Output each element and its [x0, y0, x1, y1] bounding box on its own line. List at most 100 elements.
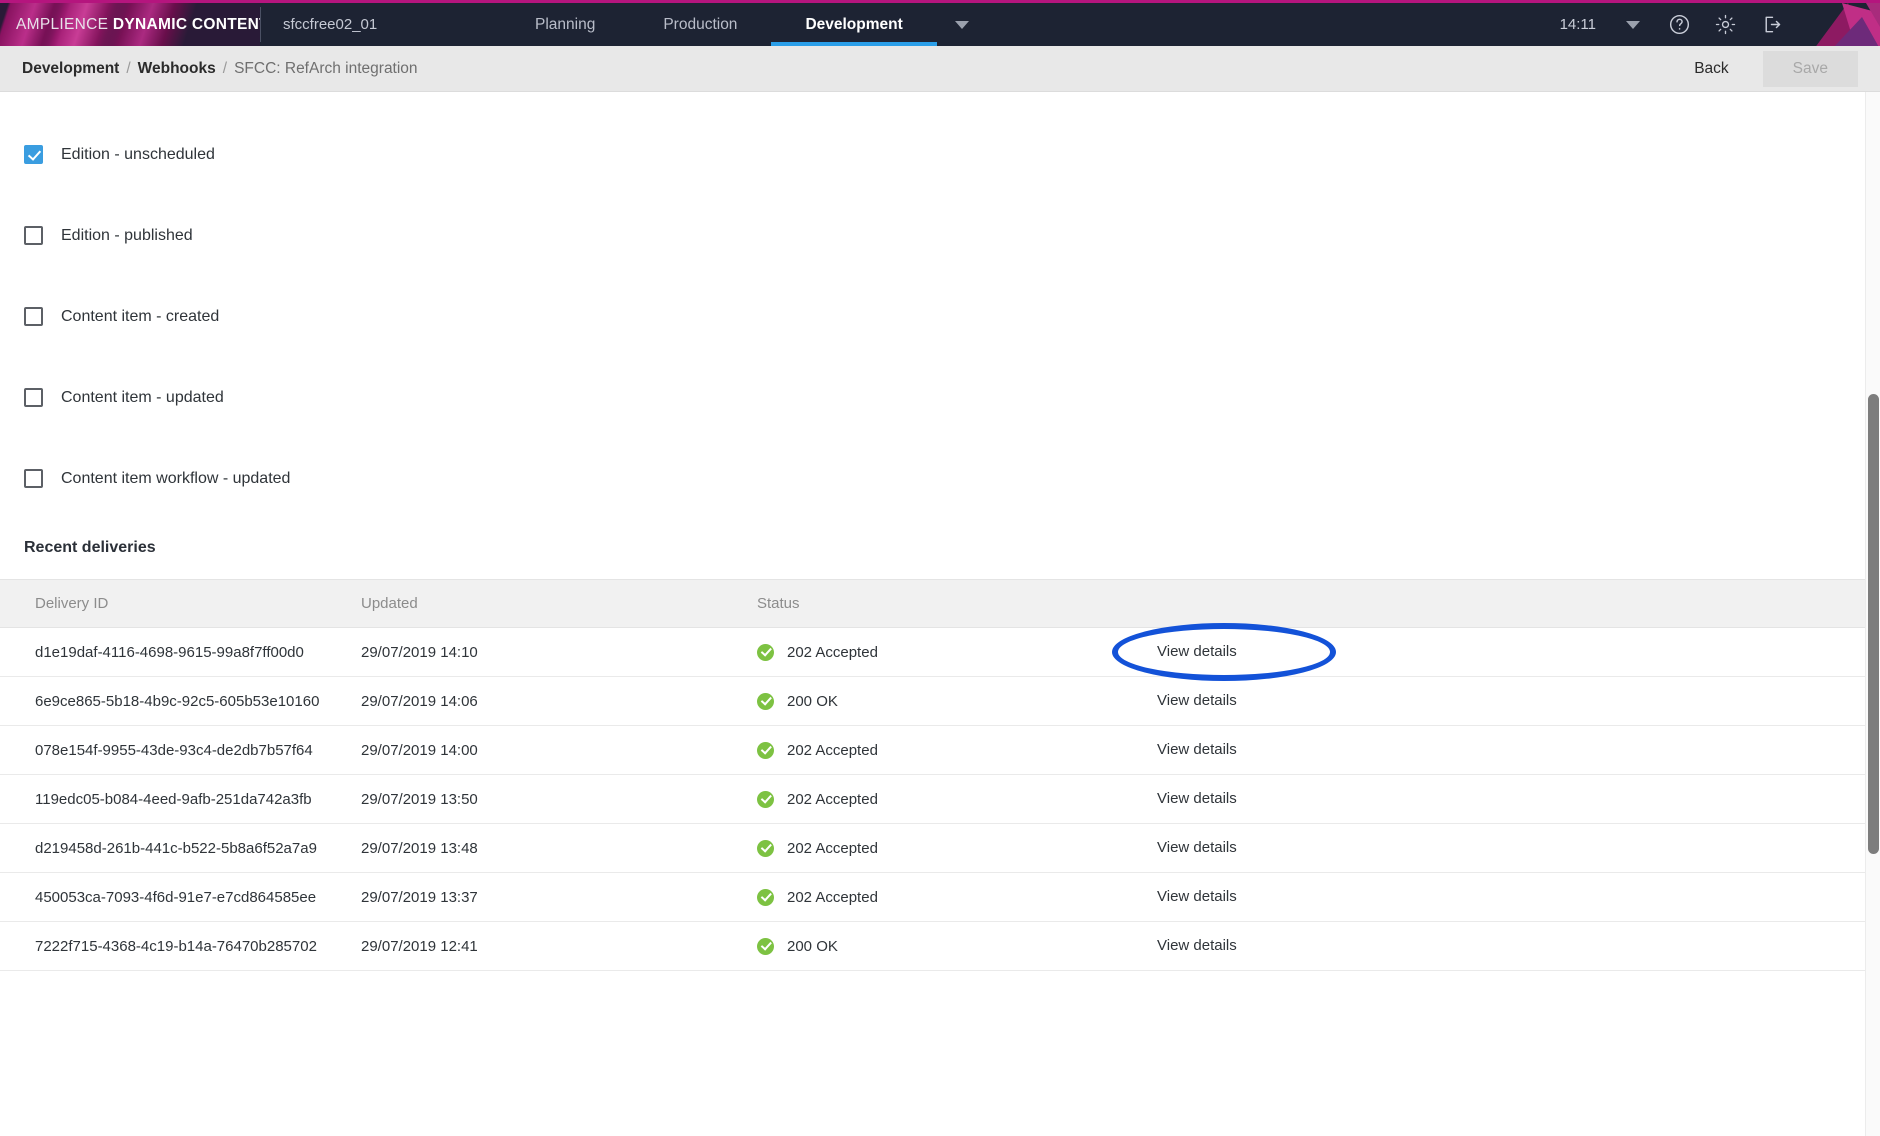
cell-updated: 29/07/2019 13:50: [361, 790, 478, 808]
table-row[interactable]: d219458d-261b-441c-b522-5b8a6f52a7a9 29/…: [0, 824, 1880, 873]
help-question-circle-icon[interactable]: [1656, 3, 1702, 46]
scrollbar-thumb[interactable]: [1868, 394, 1879, 854]
brand-title-bold: DYNAMIC CONTENT: [112, 15, 260, 33]
event-label: Content item - created: [61, 307, 220, 325]
tab-development[interactable]: Development: [771, 3, 938, 46]
breadcrumb-current: SFCC: RefArch integration: [234, 59, 418, 77]
breadcrumb-bar: Development / Webhooks / SFCC: RefArch i…: [0, 46, 1880, 92]
nav-chevron-down-icon[interactable]: [937, 3, 987, 46]
status-text: 202 Accepted: [787, 643, 878, 661]
column-header-status: Status: [757, 595, 800, 612]
webhook-settings-panel: Edition - unscheduled Edition - publishe…: [0, 92, 1880, 1136]
settings-gear-icon[interactable]: [1702, 3, 1748, 46]
vertical-scrollbar[interactable]: [1865, 92, 1880, 1136]
view-details-link[interactable]: View details: [1157, 741, 1237, 758]
cell-status: 202 Accepted: [757, 643, 1157, 661]
table-row[interactable]: 7222f715-4368-4c19-b14a-76470b285702 29/…: [0, 922, 1880, 971]
event-row-content-item-created[interactable]: Content item - created: [0, 276, 1880, 357]
cell-delivery-id: d219458d-261b-441c-b522-5b8a6f52a7a9: [35, 839, 317, 857]
cell-delivery-id: 7222f715-4368-4c19-b14a-76470b285702: [35, 937, 317, 955]
cell-delivery-id: 6e9ce865-5b18-4b9c-92c5-605b53e10160: [35, 692, 320, 710]
table-row[interactable]: d1e19daf-4116-4698-9615-99a8f7ff00d0 29/…: [0, 623, 1880, 681]
chevron-down-glyph: [954, 20, 969, 29]
event-label: Content item - updated: [61, 388, 224, 406]
status-text: 202 Accepted: [787, 888, 878, 906]
table-row[interactable]: 6e9ce865-5b18-4b9c-92c5-605b53e10160 29/…: [0, 677, 1880, 726]
cell-status: 202 Accepted: [757, 741, 1157, 759]
save-button[interactable]: Save: [1762, 50, 1858, 87]
breadcrumb-root[interactable]: Development: [22, 60, 119, 78]
cell-status: 200 OK: [757, 937, 1157, 955]
chevron-down-glyph: [1626, 20, 1640, 29]
status-text: 202 Accepted: [787, 839, 878, 857]
status-text: 202 Accepted: [787, 790, 878, 808]
user-menu-chevron-down-icon[interactable]: [1610, 3, 1656, 46]
cell-actions: View details: [1157, 888, 1880, 906]
cell-updated: 29/07/2019 14:10: [361, 643, 478, 661]
cell-delivery-id: 078e154f-9955-43de-93c4-de2db7b57f64: [35, 741, 313, 759]
event-row-content-item-workflow-updated[interactable]: Content item workflow - updated: [0, 438, 1880, 519]
cell-updated: 29/07/2019 14:06: [361, 692, 478, 710]
cell-updated: 29/07/2019 12:41: [361, 937, 478, 955]
cell-actions: View details: [1157, 937, 1880, 955]
checkbox-content-item-updated[interactable]: [24, 388, 43, 407]
logout-icon[interactable]: [1748, 3, 1794, 46]
tab-production[interactable]: Production: [629, 3, 771, 46]
brand-title-light: AMPLIENCE: [16, 15, 113, 33]
cell-status: 202 Accepted: [757, 790, 1157, 808]
event-label: Content item workflow - updated: [61, 469, 291, 487]
event-label: Edition - published: [61, 226, 193, 244]
tab-planning[interactable]: Planning: [501, 3, 629, 46]
brand-logo[interactable]: AMPLIENCE DYNAMIC CONTENT: [0, 3, 260, 46]
account-name[interactable]: sfccfree02_01: [261, 3, 501, 46]
view-details-link[interactable]: View details: [1157, 888, 1237, 905]
column-header-updated: Updated: [361, 595, 418, 612]
table-row[interactable]: 119edc05-b084-4eed-9afb-251da742a3fb 29/…: [0, 775, 1880, 824]
checkbox-content-item-created[interactable]: [24, 307, 43, 326]
table-row[interactable]: 078e154f-9955-43de-93c4-de2db7b57f64 29/…: [0, 726, 1880, 775]
breadcrumb-separator: /: [126, 59, 131, 77]
top-navigation-bar: AMPLIENCE DYNAMIC CONTENT sfccfree02_01 …: [0, 0, 1880, 46]
table-row[interactable]: 450053ca-7093-4f6d-91e7-e7cd864585ee 29/…: [0, 873, 1880, 922]
table-header-row: Delivery ID Updated Status: [0, 579, 1880, 628]
check-circle-icon: [757, 790, 774, 808]
event-checkbox-list: Edition - unscheduled Edition - publishe…: [0, 92, 1880, 519]
check-circle-icon: [757, 888, 774, 906]
check-circle-icon: [757, 839, 774, 857]
event-row-content-item-updated[interactable]: Content item - updated: [0, 357, 1880, 438]
breadcrumb-separator: /: [222, 59, 228, 77]
cell-actions: View details: [1157, 790, 1880, 808]
cell-updated: 29/07/2019 13:37: [361, 888, 478, 906]
cell-updated: 29/07/2019 13:48: [361, 839, 478, 857]
status-text: 202 Accepted: [787, 741, 878, 759]
check-circle-icon: [757, 692, 774, 710]
topbar-right-actions: 14:11: [1560, 3, 1880, 46]
cell-status: 202 Accepted: [757, 839, 1157, 857]
recent-deliveries-table: Delivery ID Updated Status d1e19daf-4116…: [0, 579, 1880, 971]
event-row-edition-unscheduled[interactable]: Edition - unscheduled: [0, 114, 1880, 195]
status-text: 200 OK: [787, 692, 838, 710]
cell-actions: View details: [1157, 692, 1880, 710]
cell-actions: View details: [1112, 623, 1880, 681]
view-details-link[interactable]: View details: [1157, 839, 1237, 856]
main-nav-tabs: Planning Production Development: [501, 3, 1560, 46]
breadcrumb-section[interactable]: Webhooks: [138, 60, 216, 78]
page-actions: Back Save: [1672, 50, 1880, 87]
checkbox-edition-unscheduled[interactable]: [24, 145, 43, 164]
view-details-link[interactable]: View details: [1157, 692, 1237, 709]
breadcrumb: Development / Webhooks / SFCC: RefArch i…: [22, 60, 418, 78]
cell-delivery-id: d1e19daf-4116-4698-9615-99a8f7ff00d0: [35, 643, 304, 661]
checkbox-content-item-workflow-updated[interactable]: [24, 469, 43, 488]
cell-status: 202 Accepted: [757, 888, 1157, 906]
event-row-edition-published[interactable]: Edition - published: [0, 195, 1880, 276]
check-circle-icon: [757, 937, 774, 955]
view-details-link[interactable]: View details: [1157, 937, 1237, 954]
cell-actions: View details: [1157, 839, 1880, 857]
column-header-delivery-id: Delivery ID: [35, 595, 109, 612]
view-details-link[interactable]: View details: [1157, 790, 1237, 807]
view-details-link[interactable]: View details: [1157, 643, 1237, 660]
brand-title: AMPLIENCE DYNAMIC CONTENT: [16, 16, 260, 34]
back-button[interactable]: Back: [1672, 52, 1750, 86]
checkbox-edition-published[interactable]: [24, 226, 43, 245]
check-circle-icon: [757, 741, 774, 759]
